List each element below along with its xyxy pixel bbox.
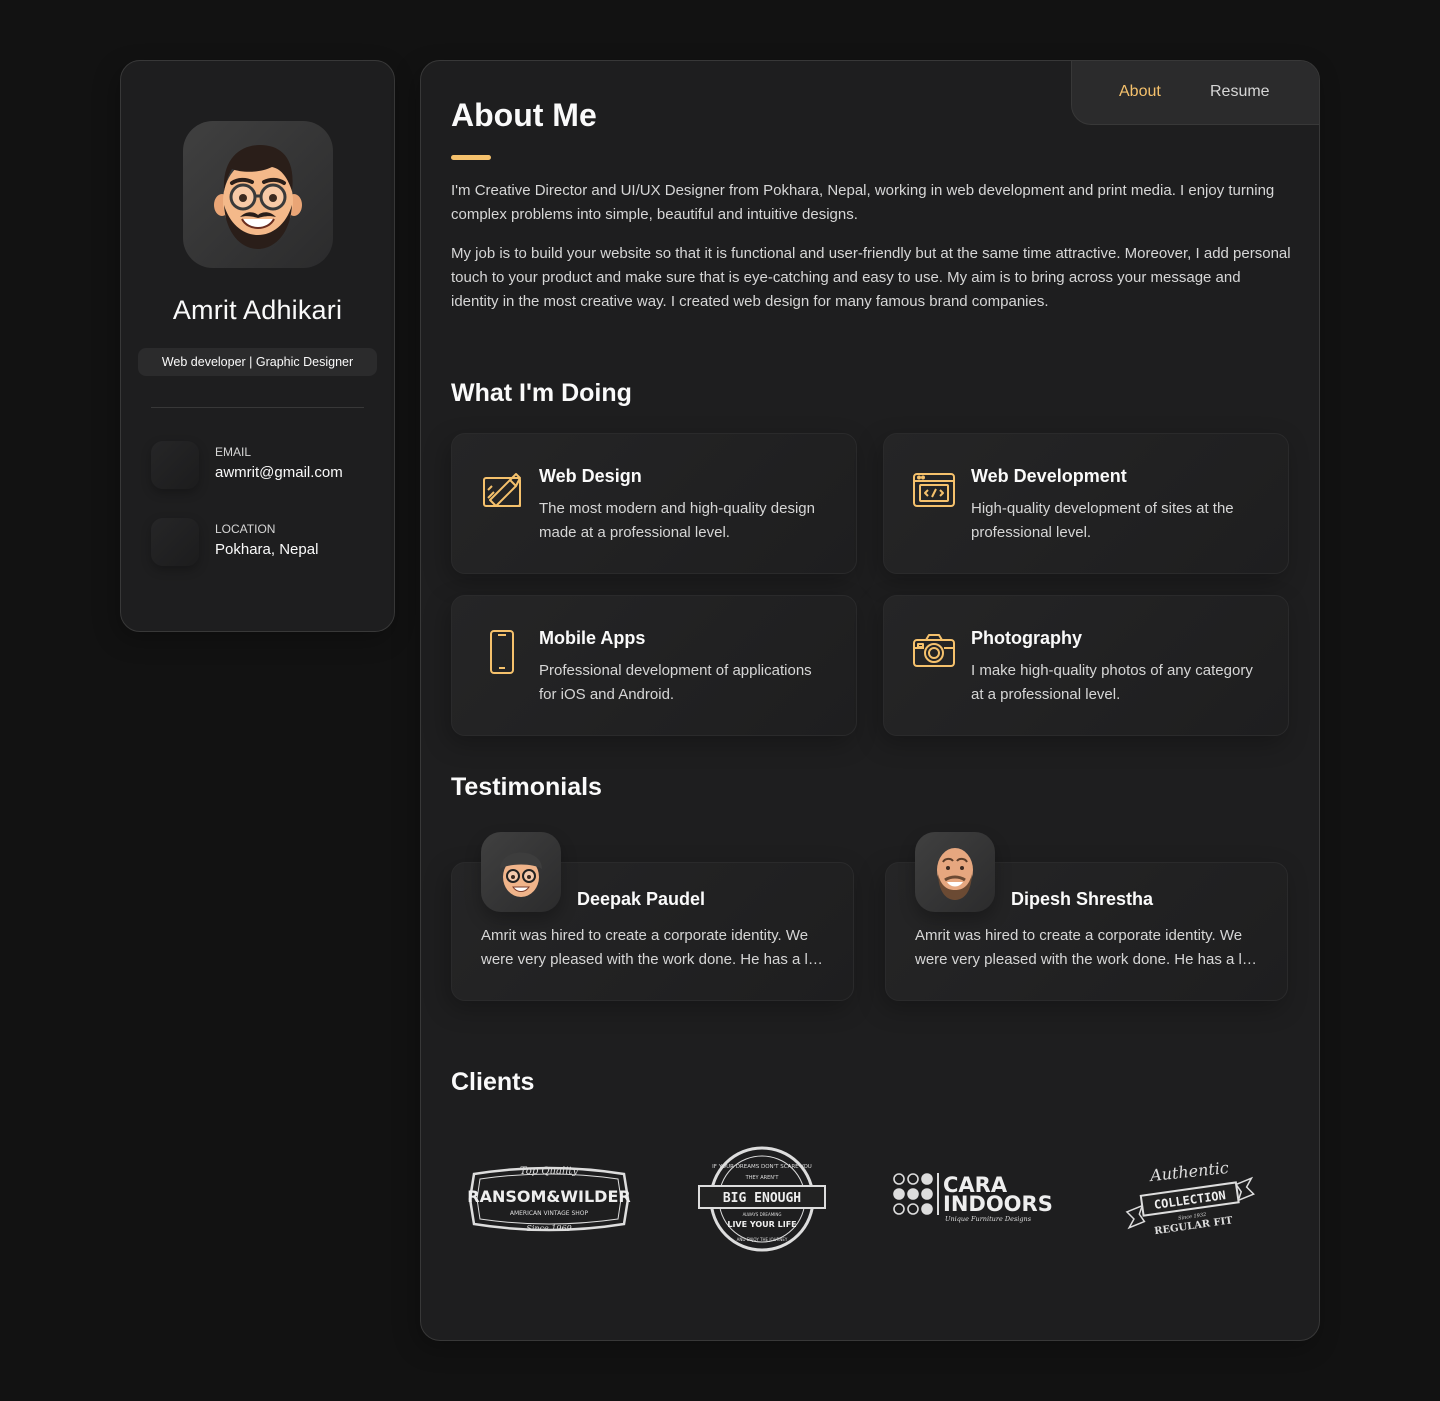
service-text: High-quality development of sites at the… <box>971 500 1234 541</box>
email-link[interactable]: awmrit@gmail.com <box>215 464 343 481</box>
service-title: Mobile Apps <box>539 628 646 648</box>
page-title: About Me <box>451 97 597 133</box>
title-underline <box>451 155 491 160</box>
contact-item-email: EMAIL awmrit@gmail.com <box>151 441 384 489</box>
profile-title-badge: Web developer | Graphic Designer <box>138 348 377 376</box>
service-title: Photography <box>971 628 1082 648</box>
memoji-avatar-icon <box>937 848 973 900</box>
authentic-collection-logo-icon: Authentic COLLECTION Since 1932 REGULAR … <box>1125 1159 1255 1237</box>
svg-text:IF YOUR DREAMS DON'T SCARE YOU: IF YOUR DREAMS DON'T SCARE YOU <box>712 1164 812 1170</box>
profile-avatar <box>183 121 333 268</box>
code-icon <box>913 473 955 507</box>
testimonial-avatar <box>915 832 995 912</box>
memoji-avatar-icon <box>214 144 302 249</box>
contact-item-location: LOCATION Pokhara, Nepal <box>151 518 384 566</box>
svg-text:BIG ENOUGH: BIG ENOUGH <box>723 1191 801 1206</box>
about-paragraph-1: I'm Creative Director and UI/UX Designer… <box>451 182 1275 223</box>
service-card-photography: Photography I make high-quality photos o… <box>883 595 1289 736</box>
ransom-wilder-logo-icon: Top Quality RANSOM&WILDER AMERICAN VINTA… <box>467 1166 630 1233</box>
svg-text:RANSOM&WILDER: RANSOM&WILDER <box>467 1187 630 1206</box>
location-value: Pokhara, Nepal <box>215 541 319 558</box>
service-text: Professional development of applications… <box>539 662 812 703</box>
svg-text:Authentic: Authentic <box>1147 1159 1229 1185</box>
svg-text:AND ENJOY THE JOURNEY: AND ENJOY THE JOURNEY <box>737 1237 788 1242</box>
client-logo-big-enough[interactable]: IF YOUR DREAMS DON'T SCARE YOU THEY AREN… <box>662 1139 862 1259</box>
svg-text:THEY AREN'T: THEY AREN'T <box>745 1175 780 1181</box>
svg-text:AMERICAN VINTAGE SHOP: AMERICAN VINTAGE SHOP <box>510 1210 589 1217</box>
location-icon <box>151 518 199 566</box>
service-text: The most modern and high-quality design … <box>539 500 815 541</box>
design-icon <box>483 473 521 507</box>
svg-text:Top Quality: Top Quality <box>520 1166 579 1177</box>
client-logo-ransom-wilder[interactable]: Top Quality RANSOM&WILDER AMERICAN VINTA… <box>449 1139 649 1259</box>
memoji-avatar-icon <box>500 852 542 897</box>
cara-indoors-logo-icon: CARA INDOORS Unique Furniture Designs <box>893 1173 1053 1223</box>
testimonial-text: Amrit was hired to create a corporate id… <box>481 927 821 968</box>
svg-text:LIVE YOUR LIFE: LIVE YOUR LIFE <box>727 1220 796 1229</box>
about-paragraph-2: My job is to build your website so that … <box>451 245 1291 310</box>
service-text: I make high-quality photos of any catego… <box>971 662 1253 703</box>
camera-icon <box>913 634 955 667</box>
client-logo-authentic-collection[interactable]: Authentic COLLECTION Since 1932 REGULAR … <box>1090 1139 1290 1259</box>
services-title: What I'm Doing <box>451 379 632 407</box>
service-title: Web Development <box>971 466 1127 486</box>
svg-text:Since 1969: Since 1969 <box>526 1224 571 1233</box>
contact-label: LOCATION <box>215 522 276 536</box>
testimonial-name: Deepak Paudel <box>577 889 706 909</box>
service-card-web-development: Web Development High-quality development… <box>883 433 1289 574</box>
testimonial-name: Dipesh Shrestha <box>1011 889 1154 909</box>
sidebar-separator <box>151 407 364 408</box>
nav-link-resume[interactable]: Resume <box>1210 83 1270 101</box>
mail-icon <box>151 441 199 489</box>
service-title: Web Design <box>539 466 642 486</box>
client-logo-cara-indoors[interactable]: CARA INDOORS Unique Furniture Designs <box>876 1139 1076 1259</box>
svg-text:INDOORS: INDOORS <box>943 1192 1053 1216</box>
big-enough-logo-icon: IF YOUR DREAMS DON'T SCARE YOU THEY AREN… <box>698 1146 826 1252</box>
testimonial-avatar <box>481 832 561 912</box>
navbar: About Resume <box>1071 61 1319 125</box>
svg-text:ALWAYS DREAMING: ALWAYS DREAMING <box>743 1212 782 1217</box>
svg-text:Unique Furniture Designs: Unique Furniture Designs <box>945 1215 1032 1223</box>
contact-label: EMAIL <box>215 445 252 459</box>
testimonial-text: Amrit was hired to create a corporate id… <box>915 927 1255 968</box>
mobile-icon <box>490 630 514 674</box>
testimonials-title: Testimonials <box>451 773 602 801</box>
clients-title: Clients <box>451 1068 535 1096</box>
main-article: About Resume About Me I'm Creative Direc… <box>420 60 1320 1341</box>
nav-link-about[interactable]: About <box>1119 83 1161 101</box>
profile-name: Amrit Adhikari <box>172 295 343 325</box>
service-card-web-design: Web Design The most modern and high-qual… <box>451 433 857 574</box>
sidebar: Amrit Adhikari Web developer | Graphic D… <box>120 60 395 632</box>
service-card-mobile-apps: Mobile Apps Professional development of … <box>451 595 857 736</box>
